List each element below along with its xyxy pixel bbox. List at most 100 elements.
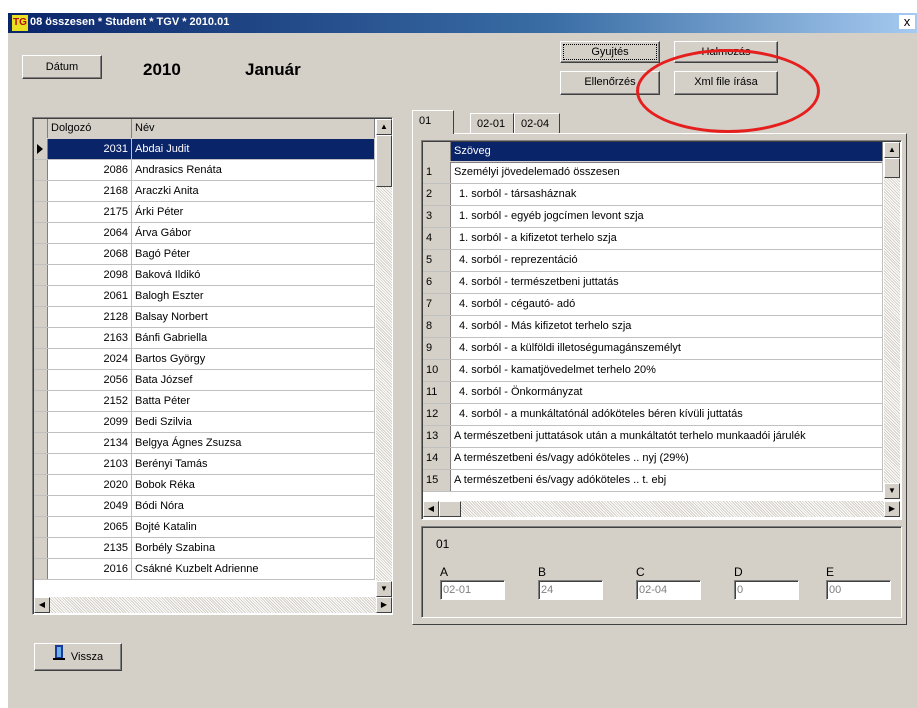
employee-id[interactable]: 2098 <box>48 265 132 285</box>
item-text[interactable]: 4. sorból - Más kifizetot terhelo szja <box>451 316 883 337</box>
gyujtes-button[interactable]: Gyujtés <box>560 41 660 63</box>
tab-02-01[interactable]: 02-01 <box>470 113 514 133</box>
employee-id[interactable]: 2056 <box>48 370 132 390</box>
employee-id[interactable]: 2016 <box>48 559 132 579</box>
employee-name[interactable]: Bojté Katalin <box>132 517 375 537</box>
employee-id[interactable]: 2068 <box>48 244 132 264</box>
item-number[interactable]: 2 <box>423 184 451 205</box>
scroll-left-icon[interactable]: ◀ <box>423 501 439 517</box>
tab-02-04[interactable]: 02-04 <box>514 113 560 133</box>
employee-id[interactable]: 2064 <box>48 223 132 243</box>
item-number[interactable]: 3 <box>423 206 451 227</box>
scroll-thumb[interactable] <box>376 135 392 187</box>
employee-id[interactable]: 2031 <box>48 139 132 159</box>
item-text[interactable]: 4. sorból - cégautó- adó <box>451 294 883 315</box>
employee-id[interactable]: 2128 <box>48 307 132 327</box>
item-number[interactable]: 4 <box>423 228 451 249</box>
field-c-input[interactable]: 02-04 <box>636 580 701 600</box>
field-d-input[interactable]: 0 <box>734 580 799 600</box>
row-indicator[interactable] <box>34 412 48 432</box>
item-text[interactable]: 4. sorból - a külföldi illetoségumagánsz… <box>451 338 883 359</box>
item-text[interactable]: 1. sorból - a kifizetot terhelo szja <box>451 228 883 249</box>
row-indicator[interactable] <box>34 160 48 180</box>
item-text[interactable]: 4. sorból - természetbeni juttatás <box>451 272 883 293</box>
item-number[interactable]: 5 <box>423 250 451 271</box>
scroll-up-icon[interactable]: ▲ <box>376 119 392 135</box>
field-e-input[interactable]: 00 <box>826 580 891 600</box>
scroll-left-icon[interactable]: ◀ <box>34 597 50 613</box>
list-item[interactable]: 8 4. sorból - Más kifizetot terhelo szja <box>423 316 883 338</box>
employee-name[interactable]: Árki Péter <box>132 202 375 222</box>
item-number[interactable]: 15 <box>423 470 451 491</box>
employee-id[interactable]: 2163 <box>48 328 132 348</box>
item-number[interactable]: 10 <box>423 360 451 381</box>
table-row[interactable]: 2068 Bagó Péter <box>34 244 375 265</box>
row-indicator[interactable] <box>34 496 48 516</box>
list-item[interactable]: 15 A természetbeni és/vagy adóköteles .. … <box>423 470 883 492</box>
table-row[interactable]: 2135 Borbély Szabina <box>34 538 375 559</box>
employee-id[interactable]: 2152 <box>48 391 132 411</box>
table-row[interactable]: 2049 Bódi Nóra <box>34 496 375 517</box>
items-vscroll[interactable]: ▲ ▼ <box>884 142 900 499</box>
date-button[interactable]: Dátum <box>22 55 102 79</box>
employee-id[interactable]: 2103 <box>48 454 132 474</box>
table-row[interactable]: 2175 Árki Péter <box>34 202 375 223</box>
item-number[interactable]: 6 <box>423 272 451 293</box>
back-button[interactable]: Vissza <box>34 643 122 671</box>
table-row[interactable]: 2064 Árva Gábor <box>34 223 375 244</box>
employee-id[interactable]: 2099 <box>48 412 132 432</box>
list-item[interactable]: 2 1. sorból - társasháznak <box>423 184 883 206</box>
employee-name[interactable]: Bobok Réka <box>132 475 375 495</box>
close-icon[interactable]: x <box>899 15 915 29</box>
item-text[interactable]: 4. sorból - reprezentáció <box>451 250 883 271</box>
column-header-szoveg[interactable]: Szöveg <box>451 142 883 161</box>
list-item[interactable]: 11 4. sorból - Önkormányzat <box>423 382 883 404</box>
employee-name[interactable]: Belgya Ágnes Zsuzsa <box>132 433 375 453</box>
row-indicator[interactable] <box>34 475 48 495</box>
scroll-thumb[interactable] <box>884 158 900 178</box>
row-indicator[interactable] <box>34 433 48 453</box>
table-row[interactable]: 2099 Bedi Szilvia <box>34 412 375 433</box>
hscroll-thumb[interactable] <box>439 501 461 517</box>
employee-name[interactable]: Borbély Szabina <box>132 538 375 558</box>
item-number[interactable]: 12 <box>423 404 451 425</box>
employee-name[interactable]: Araczki Anita <box>132 181 375 201</box>
item-text[interactable]: A természetbeni és/vagy adóköteles .. ny… <box>451 448 883 469</box>
table-row[interactable]: 2152 Batta Péter <box>34 391 375 412</box>
employee-id[interactable]: 2020 <box>48 475 132 495</box>
employee-name[interactable]: Csákné Kuzbelt Adrienne <box>132 559 375 579</box>
list-item[interactable]: 7 4. sorból - cégautó- adó <box>423 294 883 316</box>
scroll-right-icon[interactable]: ▶ <box>376 597 392 613</box>
employee-hscroll[interactable]: ◀ ▶ <box>34 597 392 613</box>
list-item[interactable]: 9 4. sorból - a külföldi illetoségumagáns… <box>423 338 883 360</box>
list-item[interactable]: 3 1. sorból - egyéb jogcímen levont szja <box>423 206 883 228</box>
row-indicator[interactable] <box>34 202 48 222</box>
table-row[interactable]: 2056 Bata József <box>34 370 375 391</box>
table-row[interactable]: 2128 Balsay Norbert <box>34 307 375 328</box>
table-row[interactable]: 2024 Bartos György <box>34 349 375 370</box>
employee-name[interactable]: Abdai Judit <box>132 139 375 159</box>
item-text[interactable]: 4. sorból - Önkormányzat <box>451 382 883 403</box>
employee-id[interactable]: 2065 <box>48 517 132 537</box>
table-row[interactable]: 2163 Bánfi Gabriella <box>34 328 375 349</box>
item-number[interactable]: 13 <box>423 426 451 447</box>
table-row[interactable]: 2031 Abdai Judit <box>34 139 375 160</box>
list-item[interactable]: 4 1. sorból - a kifizetot terhelo szja <box>423 228 883 250</box>
employee-id[interactable]: 2049 <box>48 496 132 516</box>
scroll-up-icon[interactable]: ▲ <box>884 142 900 158</box>
table-row[interactable]: 2061 Balogh Eszter <box>34 286 375 307</box>
employee-name[interactable]: Bartos György <box>132 349 375 369</box>
employee-name[interactable]: Batta Péter <box>132 391 375 411</box>
table-row[interactable]: 2065 Bojté Katalin <box>34 517 375 538</box>
item-text[interactable]: 1. sorból - társasháznak <box>451 184 883 205</box>
row-indicator[interactable] <box>34 517 48 537</box>
list-item[interactable]: 14 A természetbeni és/vagy adóköteles .. … <box>423 448 883 470</box>
field-a-input[interactable]: 02-01 <box>440 580 505 600</box>
row-indicator[interactable] <box>34 391 48 411</box>
scroll-down-icon[interactable]: ▼ <box>884 483 900 499</box>
row-indicator[interactable] <box>34 181 48 201</box>
employee-name[interactable]: Bagó Péter <box>132 244 375 264</box>
row-indicator[interactable] <box>34 370 48 390</box>
list-item[interactable]: 13 A természetbeni juttatások után a munk… <box>423 426 883 448</box>
row-indicator[interactable] <box>34 559 48 579</box>
